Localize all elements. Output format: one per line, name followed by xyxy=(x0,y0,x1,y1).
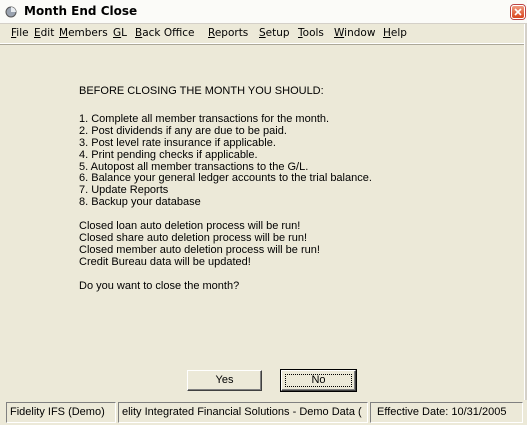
menu-tools[interactable]: Tools xyxy=(298,27,324,39)
message-heading: BEFORE CLOSING THE MONTH YOU SHOULD: xyxy=(79,85,324,97)
close-button[interactable] xyxy=(511,5,525,19)
menu-bar: File Edit Members GL Back Office Reports… xyxy=(0,24,527,44)
menu-help[interactable]: Help xyxy=(383,27,407,39)
step-item: 3. Post level rate insurance if applicab… xyxy=(79,136,276,149)
yes-button-label: Yes xyxy=(215,374,234,386)
menu-gl[interactable]: GL xyxy=(113,27,127,39)
menu-window[interactable]: Window xyxy=(334,27,375,39)
app-icon xyxy=(5,6,17,18)
menu-reports[interactable]: Reports xyxy=(208,27,248,39)
title-bar: Month End Close xyxy=(0,0,527,24)
status-company: Fidelity IFS (Demo) xyxy=(6,402,116,423)
yes-button[interactable]: Yes xyxy=(187,370,262,391)
menu-back-office[interactable]: Back Office xyxy=(135,27,195,39)
close-icon xyxy=(514,8,522,16)
step-item: 2. Post dividends if any are due to be p… xyxy=(79,124,287,137)
menu-setup[interactable]: Setup xyxy=(259,27,290,39)
menu-members[interactable]: Members xyxy=(59,27,108,39)
menu-edit[interactable]: Edit xyxy=(34,27,54,39)
status-effective-date: Effective Date: 10/31/2005 xyxy=(370,402,523,423)
menu-file[interactable]: File xyxy=(11,27,29,39)
step-item: 4. Print pending checks if applicable. xyxy=(79,148,258,161)
status-bar: Fidelity IFS (Demo) elity Integrated Fin… xyxy=(0,400,527,425)
no-button[interactable]: No xyxy=(280,369,357,392)
window-title: Month End Close xyxy=(24,4,138,18)
notice-item: Credit Bureau data will be updated! xyxy=(79,255,251,268)
step-item: 8. Backup your database xyxy=(79,196,201,209)
message-body: BEFORE CLOSING THE MONTH YOU SHOULD: 1. … xyxy=(79,85,372,293)
status-database: elity Integrated Financial Solutions - D… xyxy=(118,402,368,423)
no-button-label: No xyxy=(311,374,326,386)
confirm-question: Do you want to close the month? xyxy=(79,279,240,292)
